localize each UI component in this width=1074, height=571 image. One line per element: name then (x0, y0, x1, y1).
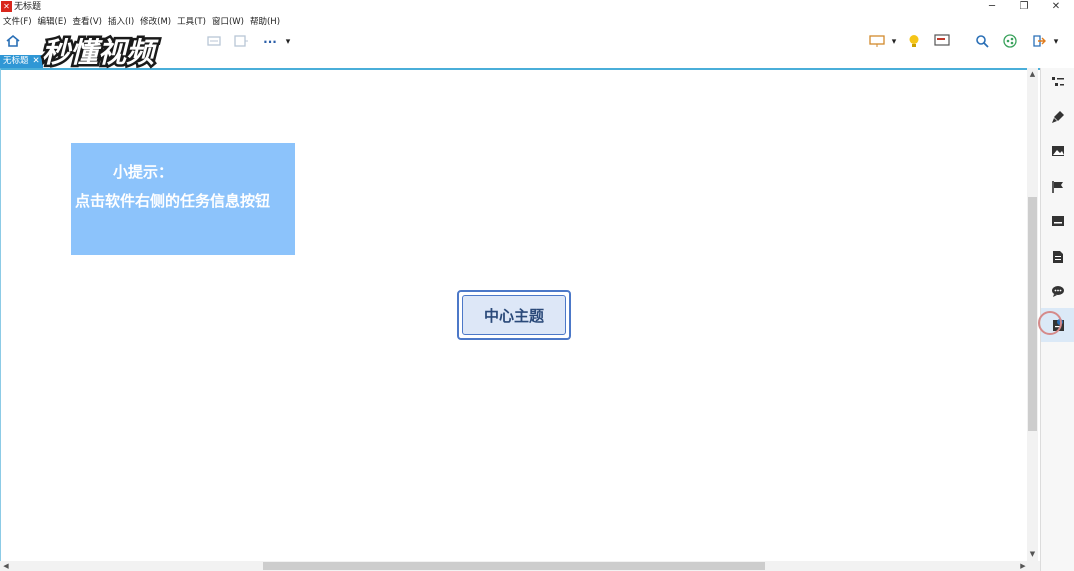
menu-tools[interactable]: 工具(T) (174, 15, 209, 29)
scroll-down-icon[interactable]: ▼ (1027, 549, 1038, 559)
menu-bar: 文件(F) 编辑(E) 查看(V) 插入(I) 修改(M) 工具(T) 窗口(W… (0, 15, 283, 29)
vertical-scroll-thumb[interactable] (1028, 197, 1037, 431)
restore-button[interactable]: ❐ (1008, 0, 1040, 14)
close-button[interactable]: ✕ (1040, 0, 1072, 14)
horizontal-scroll-thumb[interactable] (263, 562, 765, 570)
vertical-scrollbar[interactable]: ▲ ▼ (1027, 68, 1038, 561)
svg-text:秒懂视频: 秒懂视频 (42, 36, 159, 69)
scroll-up-icon[interactable]: ▲ (1027, 69, 1038, 79)
watermark-logo: 秒懂视频 (40, 32, 200, 72)
subtopic-icon[interactable] (232, 34, 250, 50)
menu-edit[interactable]: 编辑(E) (35, 15, 70, 29)
format-icon[interactable] (1050, 215, 1066, 231)
more-dropdown-arrow[interactable]: ▾ (283, 34, 293, 50)
more-tools-button[interactable]: ··· (262, 34, 278, 50)
central-topic-label: 中心主题 (462, 295, 566, 335)
home-icon[interactable] (5, 34, 21, 50)
presentation-icon[interactable] (868, 34, 886, 50)
scroll-right-icon[interactable]: ▶ (1018, 561, 1028, 571)
document-tab-label: 无标题 (3, 56, 29, 66)
central-topic[interactable]: 中心主题 (457, 290, 571, 340)
flag-icon[interactable] (1050, 180, 1066, 196)
tip-body: 点击软件右侧的任务信息按钮 (75, 192, 271, 210)
mouse-cursor-highlight (1038, 311, 1062, 335)
notes-icon[interactable] (1050, 250, 1066, 266)
search-icon[interactable] (973, 34, 991, 50)
tip-title: 小提示： (113, 163, 174, 181)
menu-insert[interactable]: 插入(I) (105, 15, 137, 29)
tab-close-icon[interactable]: ✕ (33, 55, 40, 68)
app-logo-icon: ✕ (1, 1, 12, 12)
window-title: 无标题 (14, 2, 42, 12)
menu-modify[interactable]: 修改(M) (137, 15, 174, 29)
title-bar: ✕ 无标题 ─ ❐ ✕ (0, 0, 1074, 14)
scroll-left-icon[interactable]: ◀ (1, 561, 11, 571)
horizontal-scrollbar[interactable]: ◀ ▶ (0, 561, 1040, 571)
style-brush-icon[interactable] (1050, 110, 1066, 126)
menu-file[interactable]: 文件(F) (0, 15, 35, 29)
export-icon[interactable] (1030, 34, 1048, 50)
menu-view[interactable]: 查看(V) (70, 15, 105, 29)
lightbulb-icon[interactable] (906, 34, 922, 50)
topic-icon[interactable] (205, 34, 223, 50)
document-tab[interactable]: 无标题 ✕ (0, 55, 43, 68)
tip-box: 小提示： 点击软件右侧的任务信息按钮 (71, 143, 295, 255)
outline-panel-icon[interactable] (1050, 75, 1066, 91)
image-icon[interactable] (1050, 145, 1066, 161)
presentation-dropdown-arrow[interactable]: ▾ (889, 34, 899, 50)
minimize-button[interactable]: ─ (976, 0, 1008, 14)
export-dropdown-arrow[interactable]: ▾ (1051, 34, 1061, 50)
comment-icon[interactable] (1050, 285, 1066, 301)
share-icon[interactable] (1001, 34, 1019, 50)
menu-help[interactable]: 帮助(H) (247, 15, 283, 29)
menu-window[interactable]: 窗口(W) (209, 15, 247, 29)
layout-icon[interactable] (933, 34, 951, 50)
